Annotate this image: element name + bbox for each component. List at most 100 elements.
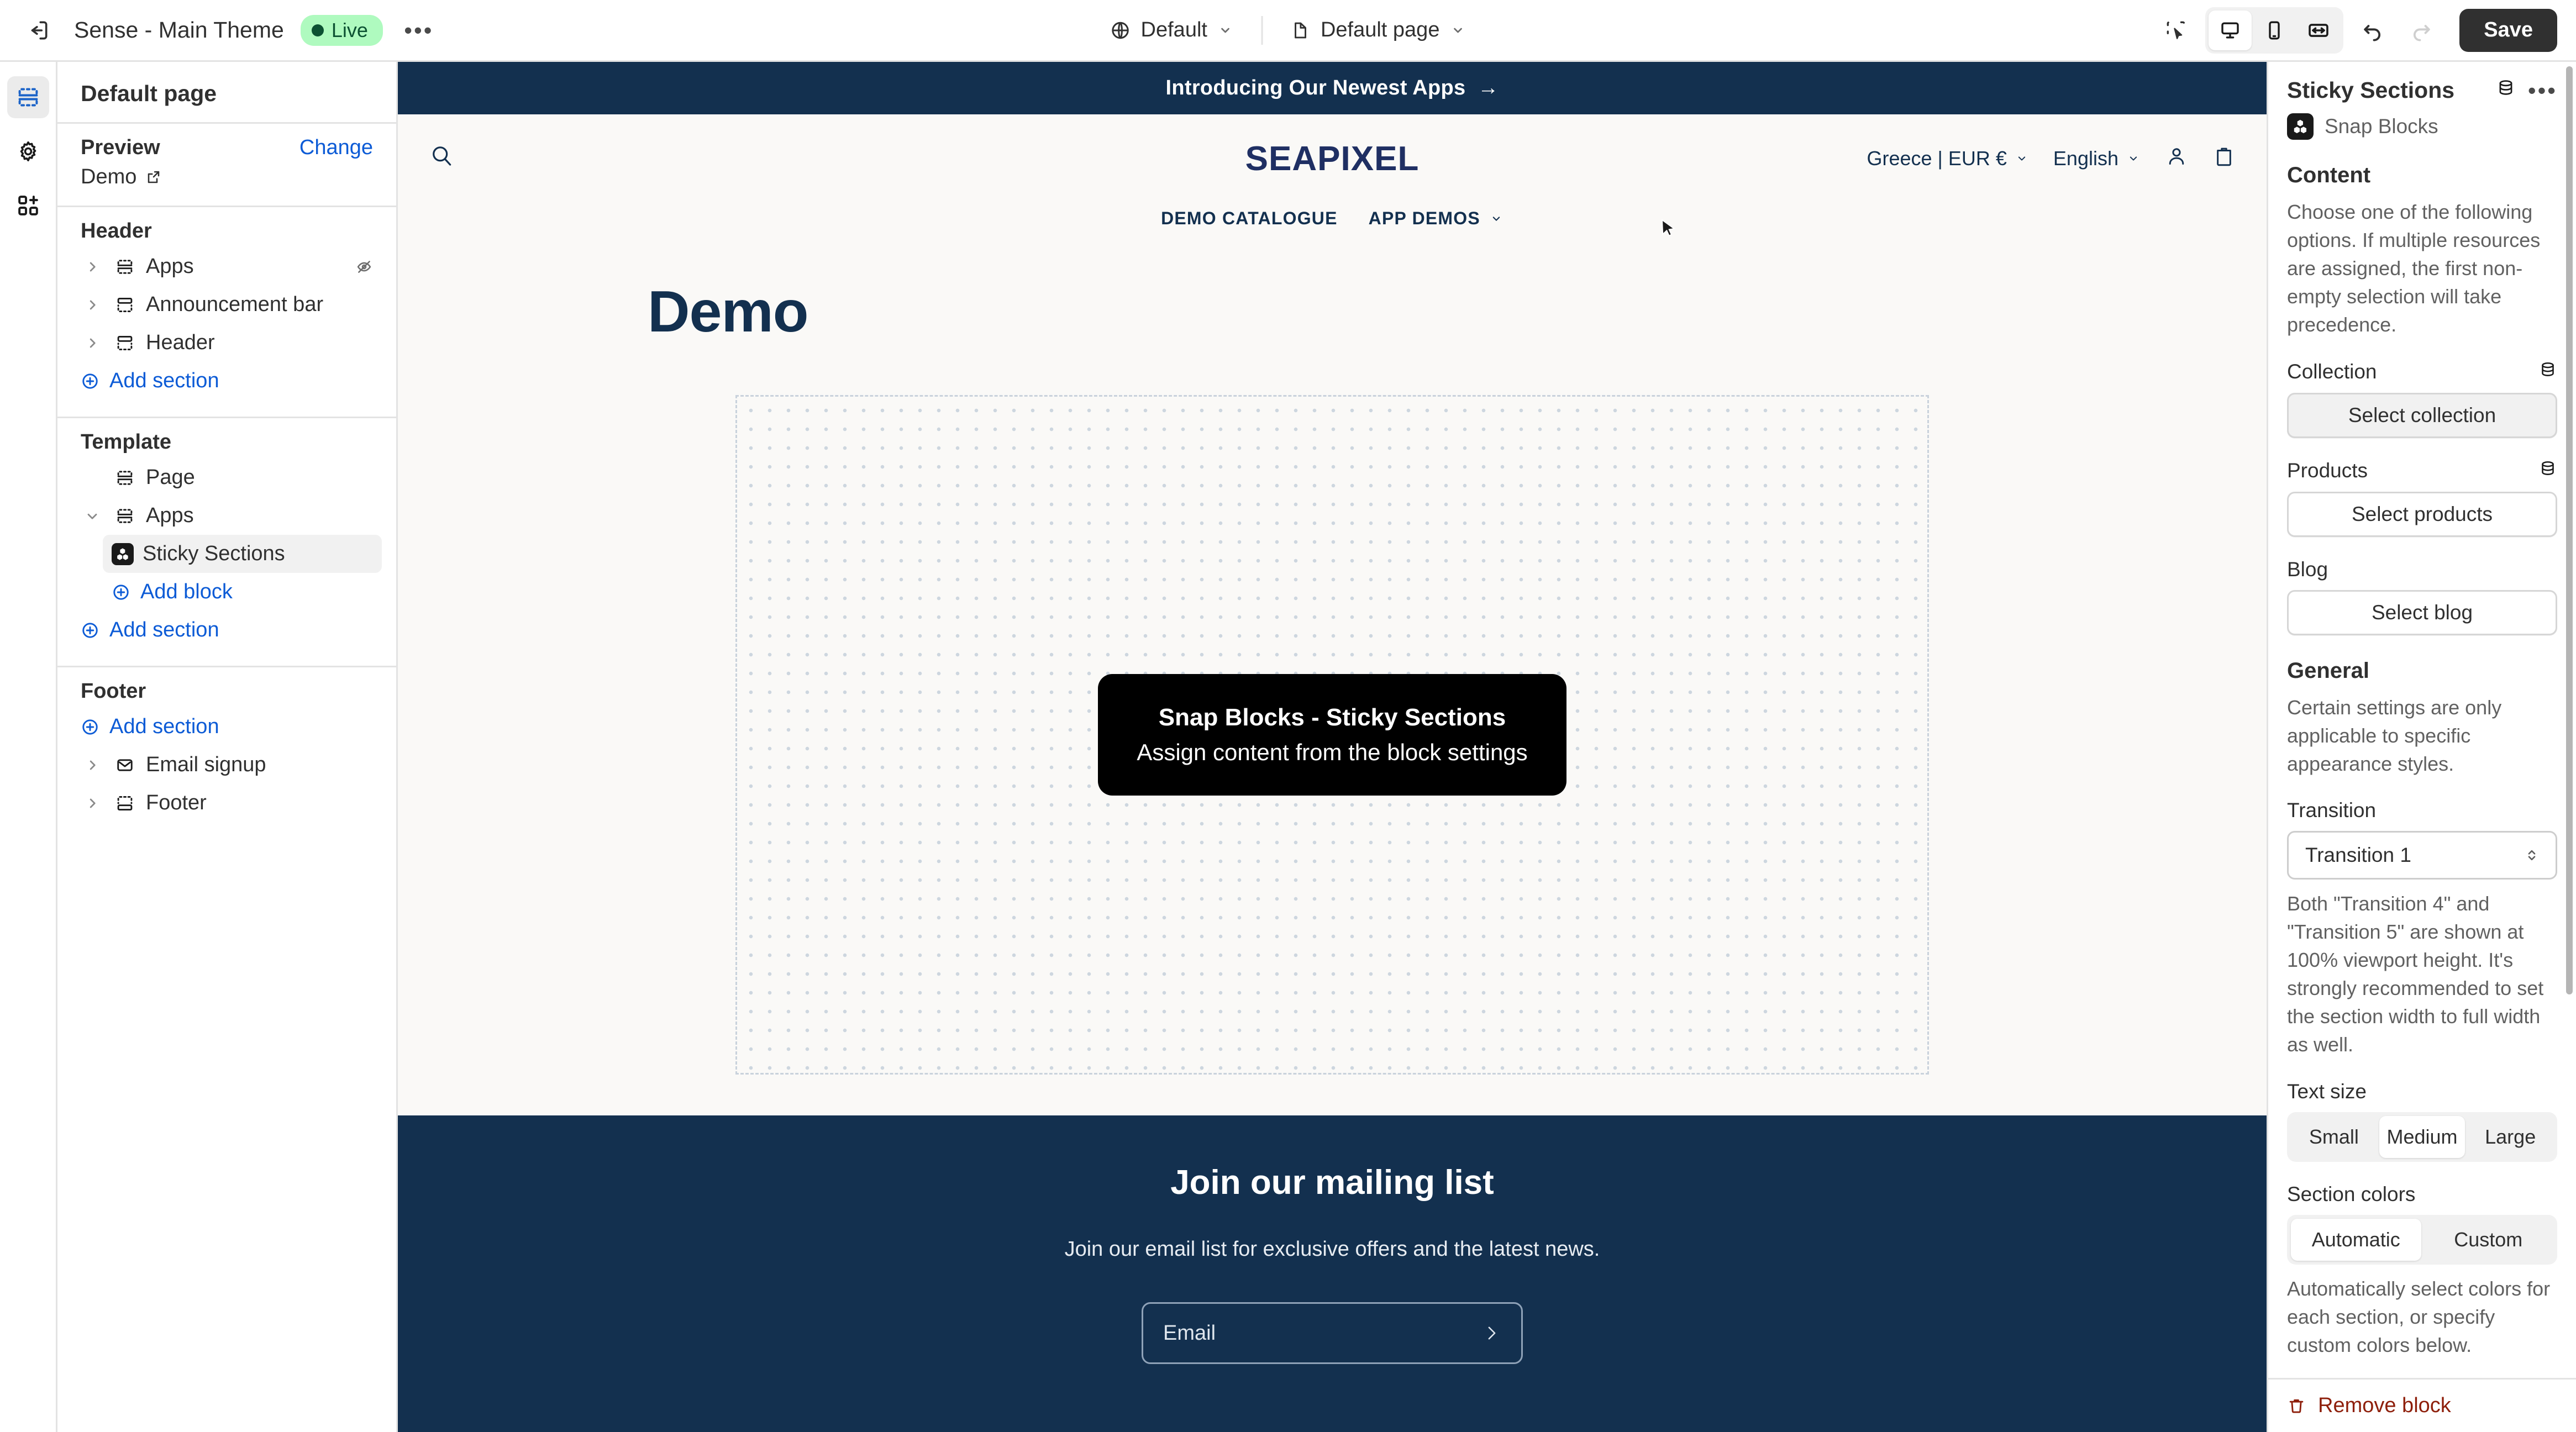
inspector-header-icons: ••• [2496,78,2557,103]
sticky-sections-placeholder-zone[interactable]: Snap Blocks - Sticky Sections Assign con… [735,395,1929,1075]
text-size-option-large[interactable]: Large [2467,1116,2553,1158]
add-section-template-button[interactable]: Add section [72,611,382,649]
select-blog-button[interactable]: Select blog [2287,589,2557,635]
preview-block: Preview Change Demo [57,124,396,206]
inspector-scrollbar[interactable] [2566,66,2573,994]
sidebar-item-label: Apps [146,255,194,278]
group-title-header: Header [81,219,152,243]
redo-button[interactable] [2402,11,2441,50]
viewport-desktop-button[interactable] [2209,10,2252,50]
page-heading: Demo [648,279,809,344]
metafield-source-icon[interactable] [2538,360,2557,384]
viewport-mobile-button[interactable] [2253,10,2296,50]
collection-field-label-row: Collection [2287,360,2557,384]
text-size-option-small[interactable]: Small [2291,1116,2377,1158]
inspector-footer: Remove block [2268,1378,2576,1432]
section-colors-option-custom[interactable]: Custom [2423,1219,2554,1261]
sidebar-item-page[interactable]: Page [72,459,382,497]
save-button[interactable]: Save [2459,8,2557,52]
globe-icon [1112,22,1129,39]
locale-selector[interactable]: Default [1097,12,1247,49]
nav-item-demo-catalogue[interactable]: DEMO CATALOGUE [1161,208,1338,229]
live-badge-label: Live [331,18,368,41]
add-section-label: Add section [109,715,219,738]
storefront-preview: Introducing Our Newest Apps → SEAPIXEL G… [398,62,2267,1432]
hidden-eye-icon[interactable] [355,258,373,276]
country-currency-selector[interactable]: Greece | EUR € [1867,147,2028,170]
account-button[interactable] [2165,145,2188,173]
rail-theme-settings-button[interactable] [7,130,49,172]
page-selector-label: Default page [1320,18,1440,41]
preview-value-row[interactable]: Demo [72,160,382,189]
sidebar-page-title: Default page [81,81,217,106]
cart-button[interactable] [2212,145,2236,173]
remove-block-button[interactable]: Remove block [2287,1394,2451,1418]
add-block-label: Add block [140,580,233,603]
store-logo[interactable]: SEAPIXEL [1245,139,1420,178]
theme-editor: Sense - Main Theme Live ••• Default Defa… [0,0,2576,1432]
inspector-scroll-area: Sticky Sections ••• Snap Blocks Content … [2268,62,2576,1378]
preview-value: Demo [81,165,137,188]
blog-label: Blog [2287,557,2328,581]
viewport-fullwidth-button[interactable] [2297,10,2340,50]
sidebar-group-template: Template Page Apps Sticky Sections Add b… [57,418,396,666]
email-input[interactable]: Email [1142,1302,1523,1364]
add-section-header-button[interactable]: Add section [72,362,382,400]
sidebar-item-footer[interactable]: Footer [72,784,382,822]
chevron-right-icon[interactable] [81,757,104,773]
section-colors-help: Automatically select colors for each sec… [2287,1277,2551,1356]
section-colors-label: Section colors [2287,1182,2416,1205]
preview-canvas: Introducing Our Newest Apps → SEAPIXEL G… [398,62,2267,1432]
section-colors-option-automatic[interactable]: Automatic [2291,1218,2421,1261]
group-title-template: Template [81,430,172,454]
inspector-header: Sticky Sections ••• [2287,77,2557,103]
preview-change-link[interactable]: Change [299,136,373,160]
external-link-icon [148,171,160,183]
add-section-label: Add section [109,369,219,392]
sidebar-item-header[interactable]: Header [72,324,382,362]
chevron-right-icon[interactable] [81,335,104,351]
undo-button[interactable] [2353,11,2392,50]
section-icon [113,334,137,352]
nav-item-app-demos[interactable]: APP DEMOS [1369,208,1503,229]
sidebar-item-sticky-sections[interactable]: Sticky Sections [103,535,382,573]
inspector-select-tool-button[interactable] [2157,11,2195,50]
add-block-button[interactable]: Add block [103,573,382,611]
top-bar-center: Default Default page [1097,12,1480,49]
chevron-down-icon[interactable] [81,508,104,524]
add-section-footer-button[interactable]: Add section [72,708,382,746]
metafield-source-icon[interactable] [2538,459,2557,483]
nav-label: DEMO CATALOGUE [1161,208,1338,228]
search-icon[interactable] [429,143,454,174]
announcement-bar[interactable]: Introducing Our Newest Apps → [398,62,2267,114]
inspector-title: Sticky Sections [2287,77,2455,103]
select-products-button[interactable]: Select products [2287,491,2557,537]
sidebar-item-header-apps[interactable]: Apps [72,248,382,286]
transition-select[interactable]: Transition 1 [2287,830,2557,880]
sidebar-item-announcement-bar[interactable]: Announcement bar [72,286,382,324]
remove-block-label: Remove block [2318,1394,2451,1417]
sidebar-item-label: Announcement bar [146,293,324,316]
sidebar-item-template-apps[interactable]: Apps [72,497,382,535]
sidebar-item-label: Email signup [146,753,266,776]
language-selector[interactable]: English [2053,147,2141,170]
general-section-heading: General [2287,658,2369,683]
rail-apps-button[interactable] [7,185,49,227]
sidebar-item-email-signup[interactable]: Email signup [72,746,382,784]
blog-field-label-row: Blog [2287,558,2557,581]
chevron-right-icon[interactable] [81,796,104,811]
topbar-divider [1261,15,1263,45]
icon-rail [0,62,57,1432]
metafield-source-icon[interactable] [2496,78,2516,103]
chevron-right-icon[interactable] [81,297,104,313]
inspector-more-actions-button[interactable]: ••• [2528,78,2557,102]
rail-sections-button[interactable] [7,76,49,118]
select-collection-button[interactable]: Select collection [2287,392,2557,438]
theme-more-actions-button[interactable]: ••• [399,11,438,50]
section-icon [113,794,137,813]
viewport-toggle-group [2205,7,2344,54]
text-size-option-medium[interactable]: Medium [2379,1115,2465,1158]
chevron-right-icon[interactable] [81,259,104,275]
page-selector[interactable]: Default page [1278,12,1480,49]
exit-editor-button[interactable] [19,11,57,50]
